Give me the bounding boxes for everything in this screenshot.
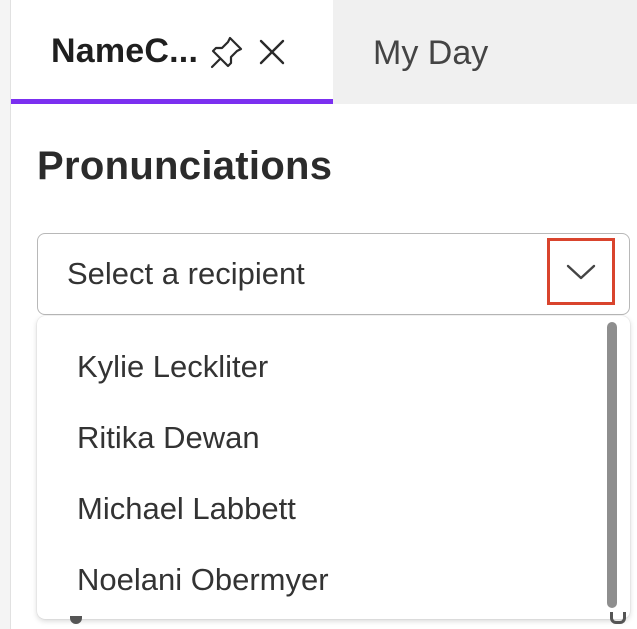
select-placeholder: Select a recipient xyxy=(67,256,305,291)
chevron-down-icon xyxy=(566,264,596,279)
dropdown-toggle-button[interactable] xyxy=(547,238,615,305)
tab-bar: NameC... My Day xyxy=(11,0,637,104)
pane-edge xyxy=(0,0,11,629)
partial-icon xyxy=(610,612,626,624)
recipient-select[interactable]: Select a recipient xyxy=(37,233,630,315)
tab-namecoach[interactable]: NameC... xyxy=(11,0,333,104)
page-title: Pronunciations xyxy=(37,144,333,188)
recipient-option[interactable]: Kylie Leckliter xyxy=(77,349,268,385)
recipient-option[interactable]: Michael Labbett xyxy=(77,491,296,527)
partial-icon xyxy=(70,616,82,624)
tab-label: NameC... xyxy=(51,32,199,70)
pin-icon[interactable] xyxy=(208,33,246,71)
close-icon[interactable] xyxy=(256,36,288,68)
scrollbar-thumb[interactable] xyxy=(607,322,617,608)
dropdown-scrollbar[interactable] xyxy=(605,322,619,613)
recipient-option[interactable]: Ritika Dewan xyxy=(77,420,260,456)
recipient-dropdown-list: Kylie Leckliter Ritika Dewan Michael Lab… xyxy=(37,316,630,619)
recipient-option[interactable]: Noelani Obermyer xyxy=(77,562,329,598)
tab-my-day[interactable]: My Day xyxy=(333,0,637,104)
tab-label: My Day xyxy=(373,33,489,72)
